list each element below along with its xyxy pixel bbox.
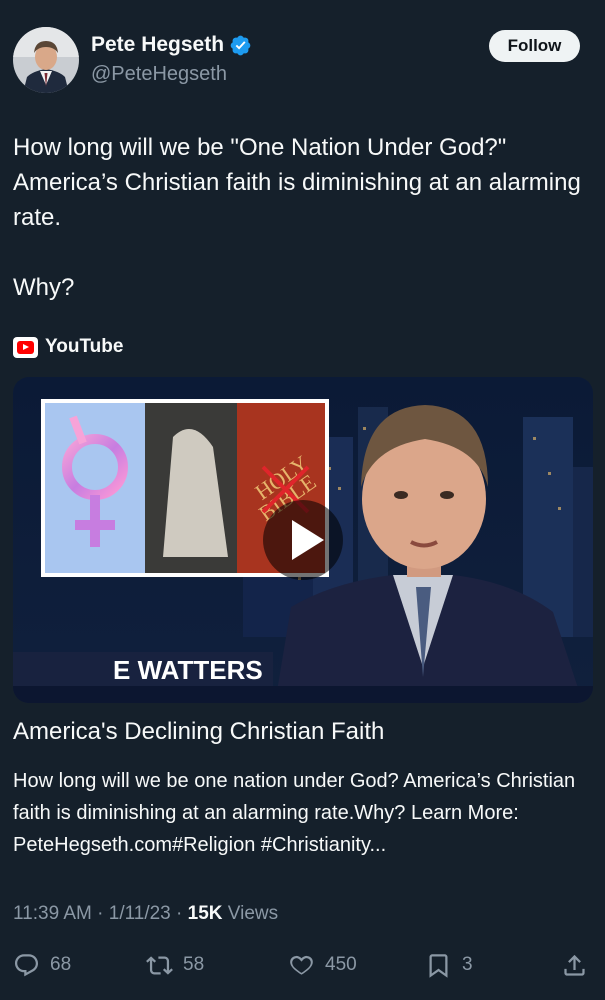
bookmark-icon [429,953,448,978]
tweet-date[interactable]: 1/11/23 [109,903,171,924]
reply-button[interactable]: 68 [13,945,71,985]
repost-icon [146,955,173,975]
author-name-text[interactable]: Pete Hegseth [91,33,224,57]
tweet-meta: 11:39 AM · 1/11/23 · 15K Views [13,903,278,925]
meta-separator: · [176,903,183,924]
thumbnail-caption: E WATTERS [113,655,263,685]
tweet-time[interactable]: 11:39 AM [13,903,92,924]
bookmark-count: 3 [462,954,473,975]
action-bar: 68 58 450 3 [0,945,605,985]
avatar-image [13,27,79,93]
reply-icon [14,953,39,976]
bookmark-button[interactable]: 3 [425,945,473,985]
views-label: Views [227,903,279,924]
card-description: How long will we be one nation under God… [13,770,576,856]
video-thumbnail[interactable]: HOLY BIBLE E WATTERS [13,377,593,703]
follow-button[interactable]: Follow [489,30,580,62]
card-source-label: YouTube [45,336,124,357]
verified-badge-icon [230,35,251,55]
card-source[interactable]: YouTube [13,336,123,358]
repost-button[interactable]: 58 [146,945,204,985]
views-count: 15K [187,903,223,924]
like-count: 450 [325,954,357,975]
tweet-text: How long will we be "One Nation Under Go… [13,134,581,301]
reply-count: 68 [50,954,72,975]
video-thumbnail-image: HOLY BIBLE E WATTERS [13,377,593,703]
repost-count: 58 [183,954,205,975]
meta-separator: · [97,903,104,924]
card-title[interactable]: America's Declining Christian Faith [13,718,384,746]
heart-icon [290,955,313,975]
youtube-logo-icon [13,336,38,358]
like-button[interactable]: 450 [288,945,357,985]
author-avatar[interactable] [13,27,79,93]
share-icon [564,954,585,976]
author-handle[interactable]: @PeteHegseth [91,63,227,86]
share-button[interactable] [561,945,598,985]
author-name[interactable]: Pete Hegseth [91,33,252,57]
